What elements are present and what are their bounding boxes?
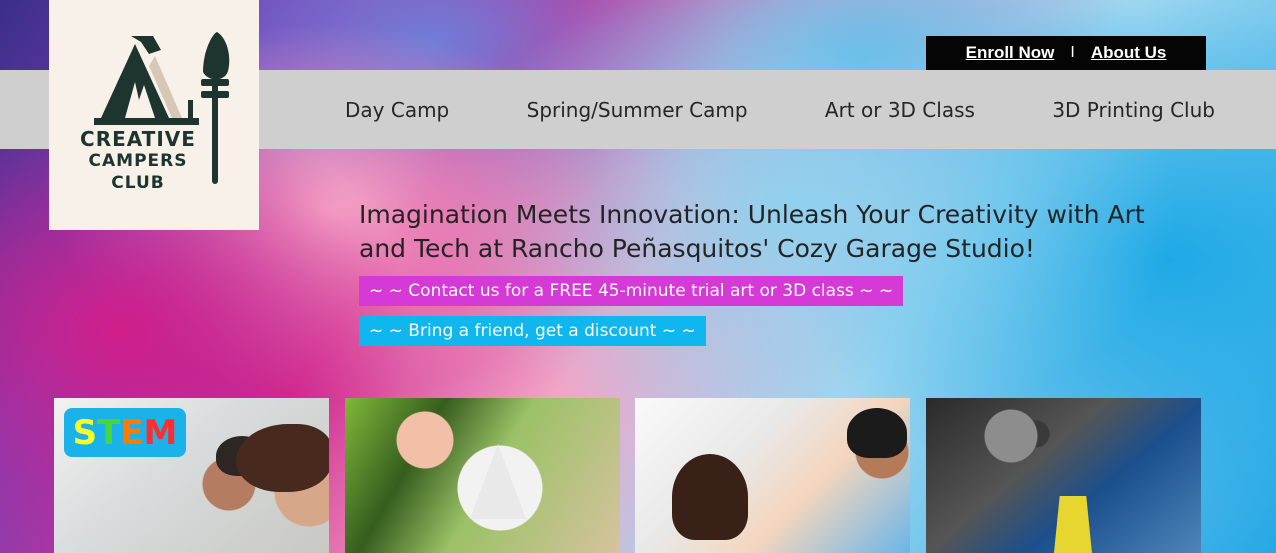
art-card-image[interactable]	[344, 398, 620, 553]
top-links-separator: I	[1070, 44, 1075, 61]
nav-3d-printing-club[interactable]: 3D Printing Club	[1052, 98, 1215, 122]
stem-letter-m: M	[143, 412, 178, 453]
nav-art-or-3d-class[interactable]: Art or 3D Class	[825, 98, 975, 122]
top-links: Enroll Now I About Us	[926, 36, 1206, 70]
nav-day-camp[interactable]: Day Camp	[345, 98, 449, 122]
logo-text: CREATIVE CAMPERS CLUB	[71, 128, 205, 194]
painting-card-image[interactable]	[635, 398, 911, 553]
logo-line-2: CAMPERS	[88, 151, 188, 171]
feature-cards: S T E M	[54, 398, 1201, 553]
stem-letter-t: T	[97, 412, 121, 453]
enroll-now-link[interactable]: Enroll Now	[966, 43, 1055, 63]
free-trial-promo: ~ ~ Contact us for a FREE 45-minute tria…	[359, 276, 904, 306]
about-us-link[interactable]: About Us	[1091, 43, 1167, 63]
3d-printing-card-image[interactable]	[925, 398, 1201, 553]
logo[interactable]: CREATIVE CAMPERS CLUB	[49, 0, 259, 230]
logo-line-3: CLUB	[111, 173, 165, 193]
logo-line-1: CREATIVE	[80, 127, 196, 151]
stem-badge: S T E M	[64, 408, 186, 457]
stem-letter-s: S	[72, 412, 98, 453]
primary-navigation: Day Camp Spring/Summer Camp Art or 3D Cl…	[345, 70, 1215, 149]
hero-headline: Imagination Meets Innovation: Unleash Yo…	[359, 200, 1145, 263]
bring-friend-promo: ~ ~ Bring a friend, get a discount ~ ~	[359, 316, 706, 346]
nav-spring-summer-camp[interactable]: Spring/Summer Camp	[527, 98, 748, 122]
stem-card-image[interactable]: S T E M	[54, 398, 329, 553]
hero-section: Imagination Meets Innovation: Unleash Yo…	[359, 198, 1179, 346]
stem-letter-e: E	[120, 412, 144, 453]
